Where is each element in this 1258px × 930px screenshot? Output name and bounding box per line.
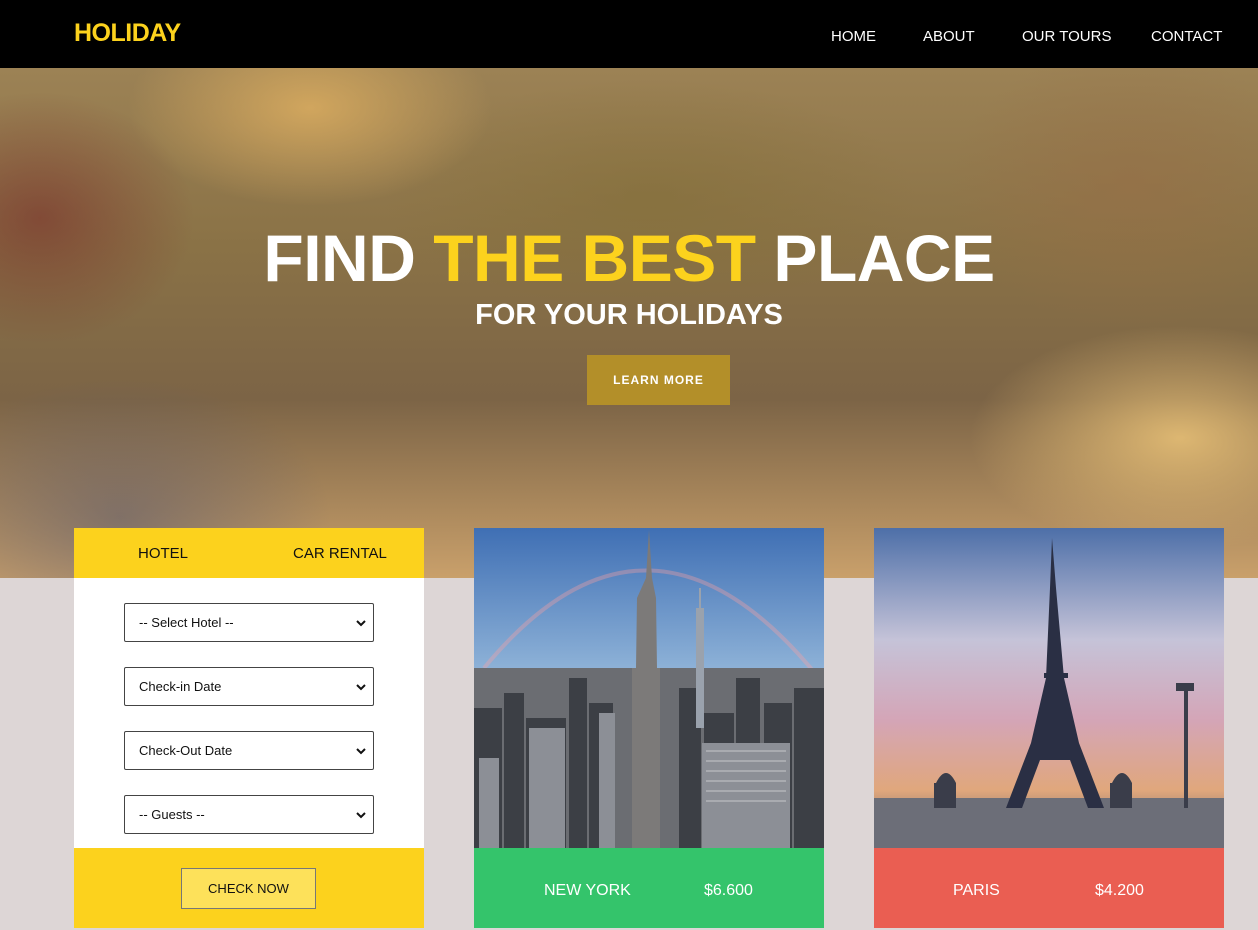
nav-home[interactable]: HOME — [831, 28, 876, 45]
hero-subtitle: FOR YOUR HOLIDAYS — [475, 299, 783, 331]
booking-card: HOTEL CAR RENTAL -- Select Hotel -- Chec… — [74, 528, 424, 928]
nav-our-tours[interactable]: OUR TOURS — [1022, 28, 1111, 45]
booking-tabs: HOTEL CAR RENTAL — [74, 528, 424, 578]
tab-car-rental[interactable]: CAR RENTAL — [293, 545, 387, 562]
chevron-down-icon — [356, 684, 366, 691]
check-in-date-dropdown[interactable]: Check-in Date — [124, 667, 374, 706]
destination-price: $4.200 — [1095, 882, 1144, 899]
chevron-down-icon — [356, 620, 366, 627]
destination-name: PARIS — [953, 882, 1000, 899]
hero-title-part1: FIND — [263, 221, 416, 295]
hero-banner: FIND THE BEST PLACE FOR YOUR HOLIDAYS LE… — [0, 68, 1258, 578]
check-in-date-label: Check-in Date — [139, 679, 222, 694]
destination-footer: PARIS $4.200 — [874, 848, 1224, 928]
learn-more-button[interactable]: LEARN MORE — [587, 355, 730, 405]
hero-title-part2: PLACE — [773, 221, 995, 295]
select-hotel-label: -- Select Hotel -- — [139, 615, 234, 630]
city-skyline-photo — [474, 528, 824, 848]
check-now-button[interactable]: CHECK NOW — [181, 868, 316, 909]
tab-hotel[interactable]: HOTEL — [138, 545, 188, 562]
nav-about[interactable]: ABOUT — [923, 28, 975, 45]
guests-label: -- Guests -- — [139, 807, 205, 822]
destination-card-new-york[interactable]: NEW YORK $6.600 — [474, 528, 824, 928]
check-out-date-dropdown[interactable]: Check-Out Date — [124, 731, 374, 770]
destination-footer: NEW YORK $6.600 — [474, 848, 824, 928]
check-out-date-label: Check-Out Date — [139, 743, 233, 758]
eiffel-tower-photo — [874, 528, 1224, 848]
booking-footer: CHECK NOW — [74, 848, 424, 928]
destination-name: NEW YORK — [544, 882, 631, 899]
destination-price: $6.600 — [704, 882, 753, 899]
guests-dropdown[interactable]: -- Guests -- — [124, 795, 374, 834]
chevron-down-icon — [356, 812, 366, 819]
destination-card-paris[interactable]: PARIS $4.200 — [874, 528, 1224, 928]
navbar: HOLIDAY HOME ABOUT OUR TOURS CONTACT — [0, 0, 1258, 68]
hero-title: FIND THE BEST PLACE — [0, 220, 1258, 296]
nav-contact[interactable]: CONTACT — [1151, 28, 1222, 45]
chevron-down-icon — [356, 748, 366, 755]
select-hotel-dropdown[interactable]: -- Select Hotel -- — [124, 603, 374, 642]
logo[interactable]: HOLIDAY — [74, 19, 181, 48]
hero-title-highlight: THE BEST — [433, 221, 756, 295]
